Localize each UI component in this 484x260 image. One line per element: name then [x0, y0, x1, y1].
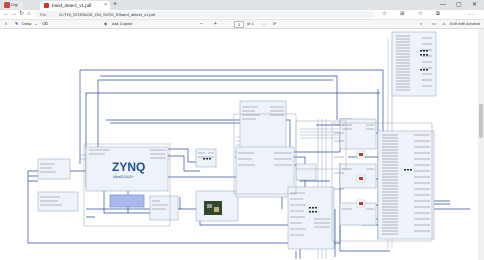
- pdf-icon: [44, 3, 49, 8]
- address-bar-row: ← → ↻ ⌂ File G:/THI_STORAGE_ON_SVSS_R/ha…: [0, 10, 484, 20]
- split-screen-icon[interactable]: ⊞: [400, 10, 405, 19]
- page-total: of 1: [247, 21, 254, 26]
- favorites-icon[interactable]: ☆: [418, 10, 423, 19]
- copilot-icon[interactable]: ◈: [104, 20, 107, 28]
- new-tab-button[interactable]: +: [113, 0, 117, 10]
- acrobat-icon[interactable]: A: [443, 20, 446, 28]
- draw-icon[interactable]: ✎: [15, 20, 18, 28]
- save-icon[interactable]: ▭: [432, 20, 436, 28]
- favorite-icon[interactable]: ☆: [382, 10, 387, 19]
- page-number-field[interactable]: 1: [234, 21, 244, 28]
- forward-button[interactable]: →: [11, 10, 17, 19]
- pdf-toolbar: ≡ ✎ Draw ⌄ ⌫ ◈ Ask Copilot − + 1 of 1 ⇔ …: [0, 20, 484, 29]
- block-diagram: ZYNQ UltraSCALE+: [27, 31, 470, 259]
- tab-active-label: hand_detect_v1.pdf: [52, 3, 92, 8]
- tab-active[interactable]: hand_detect_v1.pdf ×: [40, 1, 110, 10]
- vertical-scrollbar[interactable]: [478, 29, 484, 260]
- zynq-sub-label: UltraSCALE+: [113, 175, 134, 179]
- back-button[interactable]: ←: [3, 10, 9, 19]
- home-button[interactable]: ⌂: [27, 10, 31, 19]
- more-menu-icon[interactable]: …: [468, 10, 474, 19]
- scrollbar-thumb[interactable]: [479, 104, 483, 138]
- chevron-down-icon[interactable]: ⌄: [34, 20, 37, 28]
- close-window-button[interactable]: ✕: [472, 0, 477, 10]
- contents-icon[interactable]: ≡: [5, 20, 7, 28]
- search-icon[interactable]: ⌕: [420, 20, 422, 28]
- zoom-in-button[interactable]: +: [214, 20, 217, 28]
- zynq-label: ZYNQ: [112, 160, 145, 174]
- pdf-canvas[interactable]: ZYNQ UltraSCALE+: [0, 29, 478, 260]
- erase-icon[interactable]: ⌫: [42, 20, 48, 28]
- collections-icon[interactable]: ⧉: [436, 10, 440, 19]
- minimize-button[interactable]: —: [440, 0, 446, 10]
- maximize-button[interactable]: ▢: [456, 0, 462, 10]
- url-prefix: File: [40, 12, 47, 17]
- fit-page-icon[interactable]: ⇔: [262, 20, 266, 28]
- tab-first[interactable]: Digi Sh: [3, 1, 23, 15]
- draw-button[interactable]: Draw: [22, 20, 31, 28]
- edit-with-acrobat-button[interactable]: Edit with Acrobat: [450, 20, 480, 28]
- rotate-icon[interactable]: ⟳: [273, 20, 276, 28]
- url-text: G:/THI_STORAGE_ON_SVSS_R/hand_detect_v1.…: [59, 12, 155, 17]
- ask-copilot-button[interactable]: Ask Copilot: [112, 20, 132, 28]
- zoom-out-button[interactable]: −: [200, 20, 203, 28]
- tab-close-icon[interactable]: ×: [104, 1, 107, 10]
- browser-tab-bar: Digi Sh hand_detect_v1.pdf × + — ▢ ✕: [0, 0, 484, 15]
- tab-favicon-icon: [4, 2, 10, 8]
- url-field[interactable]: File G:/THI_STORAGE_ON_SVSS_R/hand_detec…: [35, 11, 375, 18]
- refresh-button[interactable]: ↻: [19, 10, 24, 19]
